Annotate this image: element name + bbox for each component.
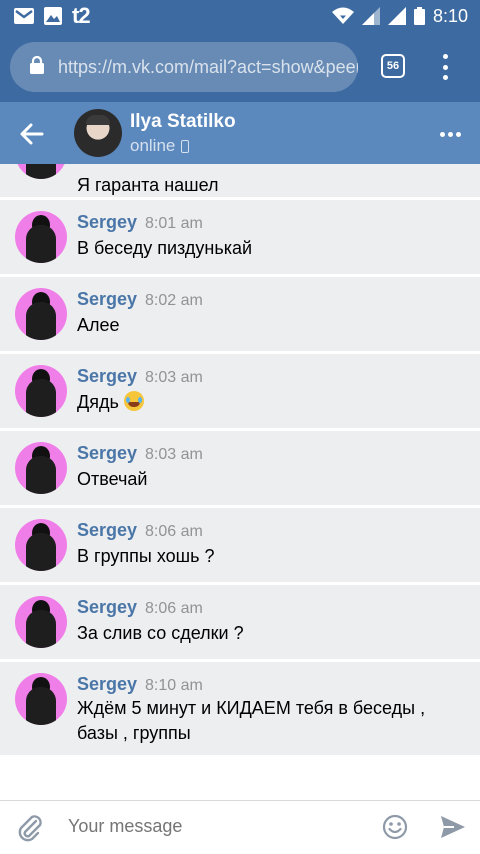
dot <box>440 132 445 137</box>
dot <box>448 132 453 137</box>
message-item[interactable]: Sergey 8:01 am В беседу пиздунькай <box>0 200 480 274</box>
sender-name[interactable]: Sergey <box>77 597 137 618</box>
avatar[interactable] <box>15 365 67 417</box>
message-time: 8:06 am <box>145 523 203 540</box>
message-text: Ждём 5 минут и КИДАЕМ тебя в беседы , ба… <box>77 698 426 743</box>
message-time: 8:03 am <box>145 369 203 386</box>
sender-name[interactable]: Sergey <box>77 366 137 387</box>
url-text: https://m.vk.com/mail?act=show&peer <box>58 56 358 77</box>
smiley-icon[interactable] <box>382 814 408 845</box>
message-list[interactable]: Я гаранта нашел Sergey 8:01 am В беседу … <box>0 164 480 800</box>
send-icon[interactable] <box>440 815 466 844</box>
status-left: t2 <box>14 3 91 28</box>
sender-name[interactable]: Sergey <box>77 212 137 233</box>
status-text: online <box>130 136 176 155</box>
message-time: 8:06 am <box>145 600 203 617</box>
browser-toolbar: https://m.vk.com/mail?act=show&peer 56 <box>0 34 480 102</box>
avatar[interactable] <box>15 164 67 179</box>
message-text: В группы хошь ? <box>77 546 215 566</box>
avatar[interactable] <box>15 211 67 263</box>
gmail-icon <box>14 8 34 24</box>
sender-name[interactable]: Sergey <box>77 674 137 695</box>
message-item[interactable]: Sergey 8:03 am Отвечай <box>0 431 480 505</box>
message-item[interactable]: Sergey 8:02 am Алее <box>0 277 480 351</box>
clock: 8:10 <box>432 6 468 26</box>
more-options-button[interactable] <box>440 132 461 137</box>
message-text: В беседу пиздунькай <box>77 238 253 258</box>
message-item[interactable]: Sergey 8:03 am Дядь <box>0 354 480 428</box>
signal-icon <box>387 7 406 25</box>
wifi-icon <box>331 7 354 25</box>
avatar[interactable] <box>15 442 67 494</box>
avatar[interactable] <box>15 596 67 648</box>
chat-header: Ilya Statilko online <box>0 102 480 164</box>
signal-icon <box>361 7 380 25</box>
status-bar: t2 8:10 <box>0 0 480 34</box>
message-time: 8:10 am <box>145 677 203 694</box>
browser-menu-button[interactable] <box>440 54 450 80</box>
message-item[interactable]: Sergey 8:10 am Ждём 5 минут и КИДАЕМ теб… <box>0 662 480 755</box>
dot <box>442 64 448 70</box>
message-item[interactable]: Я гаранта нашел <box>0 164 480 197</box>
avatar[interactable] <box>15 519 67 571</box>
avatar[interactable] <box>15 673 67 725</box>
battery-icon <box>413 7 425 25</box>
message-composer <box>0 800 480 854</box>
image-icon <box>44 7 62 25</box>
contact-name[interactable]: Ilya Statilko <box>130 111 236 133</box>
address-bar[interactable]: https://m.vk.com/mail?act=show&peer <box>10 42 358 92</box>
status-right: 8:10 <box>331 6 468 26</box>
message-time: 8:01 am <box>145 215 203 232</box>
message-text: Отвечай <box>77 469 148 489</box>
sender-name[interactable]: Sergey <box>77 289 137 310</box>
dot <box>442 75 448 80</box>
paperclip-icon[interactable] <box>16 813 44 848</box>
back-arrow-icon[interactable] <box>18 120 46 148</box>
message-item[interactable]: Sergey 8:06 am В группы хошь ? <box>0 508 480 582</box>
tab-switcher-button[interactable]: 56 <box>381 54 405 78</box>
message-text: Дядь <box>77 392 119 412</box>
mobile-icon <box>181 139 190 153</box>
message-text: Алее <box>77 315 120 335</box>
contact-status: online <box>130 136 190 156</box>
carrier-label: t2 <box>72 3 91 28</box>
dot <box>442 54 448 59</box>
message-input[interactable] <box>68 816 358 837</box>
message-time: 8:02 am <box>145 292 203 309</box>
message-text: За слив со сделки ? <box>77 623 244 643</box>
sender-name[interactable]: Sergey <box>77 520 137 541</box>
lock-icon <box>30 55 44 79</box>
message-text: Я гаранта нашел <box>77 175 219 195</box>
message-item[interactable]: Sergey 8:06 am За слив со сделки ? <box>0 585 480 659</box>
dot <box>456 132 461 137</box>
avatar[interactable] <box>74 109 122 157</box>
face-with-tears-of-joy-icon <box>123 391 144 411</box>
avatar[interactable] <box>15 288 67 340</box>
message-content: Дядь <box>77 390 460 415</box>
message-time: 8:03 am <box>145 446 203 463</box>
sender-name[interactable]: Sergey <box>77 443 137 464</box>
